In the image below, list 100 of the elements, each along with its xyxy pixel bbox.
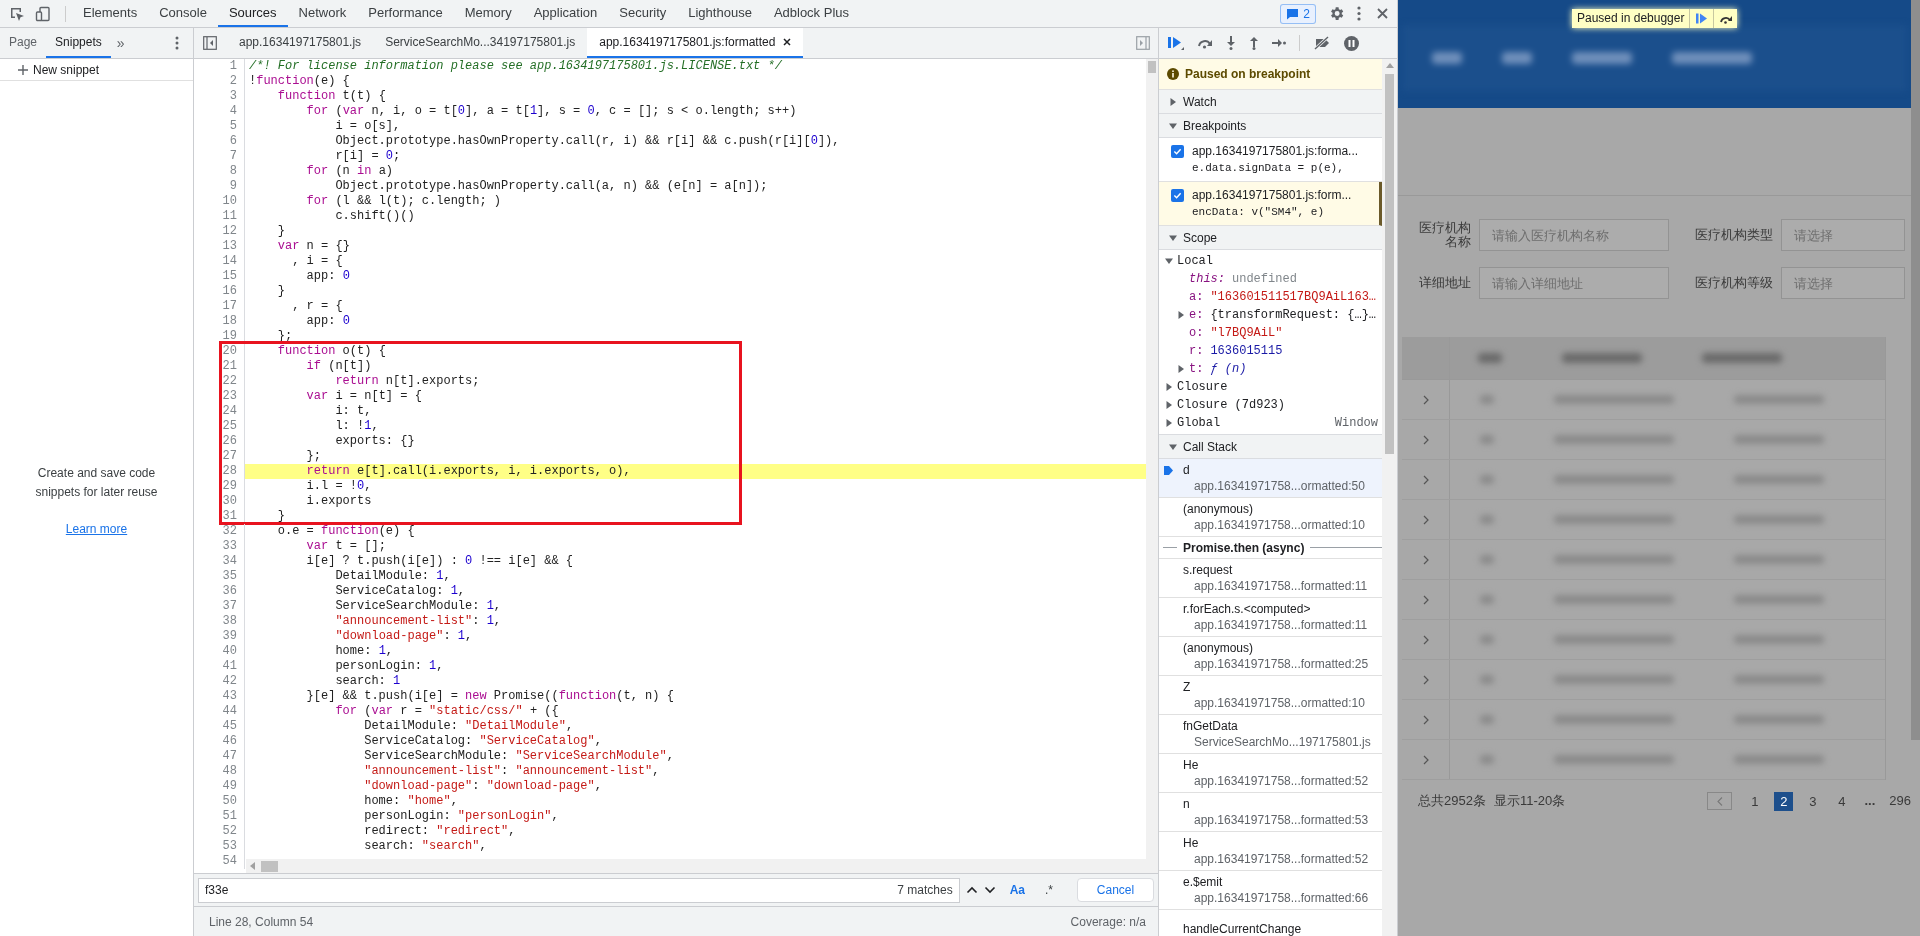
code-line: }	[276, 509, 286, 524]
device-icon[interactable]	[35, 5, 51, 22]
navigator-tab[interactable]: Snippets	[46, 28, 111, 58]
panel-tab[interactable]: Lighthouse	[677, 0, 763, 27]
chevron-right-icon[interactable]	[1421, 754, 1430, 765]
breakpoint-item[interactable]: app.1634197175801.js:form... encData: v("SM4", e)	[1159, 182, 1382, 226]
select-field[interactable]: 请选择	[1781, 219, 1905, 251]
line-number: 14	[194, 254, 245, 269]
vertical-scrollbar[interactable]	[1146, 59, 1158, 873]
chevron-right-icon[interactable]	[1421, 434, 1430, 445]
more-tabs-button[interactable]: »	[116, 32, 125, 54]
cancel-button[interactable]: Cancel	[1077, 878, 1154, 902]
panel-tab[interactable]: Application	[522, 0, 609, 27]
code-line: app: 0	[305, 314, 351, 329]
chevron-right-icon[interactable]	[1421, 674, 1430, 685]
vertical-scrollbar[interactable]	[1382, 59, 1397, 936]
step-icon[interactable]	[1272, 38, 1286, 48]
collapsed-triangle-icon[interactable]	[1169, 97, 1177, 106]
call-frame[interactable]: d app.16341971758...ormatted:50	[1159, 459, 1382, 498]
scope-group[interactable]: Local	[1159, 252, 1382, 270]
section-header[interactable]: Watch	[1159, 90, 1382, 114]
panel-tab[interactable]: Security	[608, 0, 678, 27]
resume-icon[interactable]	[1167, 36, 1184, 50]
expanded-triangle-icon[interactable]	[1169, 442, 1177, 451]
close-icon[interactable]	[783, 38, 792, 46]
section-header[interactable]: Breakpoints	[1159, 114, 1382, 138]
collapsed-triangle-icon[interactable]	[1165, 401, 1173, 409]
page-number[interactable]: 3	[1803, 791, 1823, 811]
step-out-icon[interactable]	[1249, 36, 1259, 50]
panel-tab[interactable]: Elements	[72, 0, 149, 27]
panel-tab[interactable]: Performance	[357, 0, 454, 27]
scope-value: Window	[1334, 415, 1379, 432]
chevron-right-icon[interactable]	[1421, 634, 1430, 645]
page-number[interactable]: 2	[1774, 791, 1794, 811]
file-tab[interactable]: app.1634197175801.js:formatted	[587, 28, 804, 58]
line-number: 34	[194, 554, 245, 569]
inspect-icon[interactable]	[9, 5, 25, 22]
scope-group[interactable]: Closure (7d923)	[1159, 396, 1382, 414]
chevron-right-icon[interactable]	[1421, 474, 1430, 485]
match-case-toggle[interactable]: Aa	[1001, 881, 1033, 899]
chevron-right-icon[interactable]	[1421, 394, 1430, 405]
chevron-right-icon[interactable]	[1421, 554, 1430, 565]
code-line: }	[276, 224, 286, 239]
more-menu-icon[interactable]	[1357, 6, 1361, 21]
step-over-icon[interactable]	[1197, 37, 1213, 49]
line-number: 51	[194, 809, 245, 824]
checkbox[interactable]	[1171, 189, 1184, 202]
expanded-triangle-icon[interactable]	[1165, 257, 1173, 265]
page-number[interactable]: 296	[1889, 791, 1911, 811]
search-field[interactable]: f33e 7 matches	[198, 877, 960, 903]
next-match-icon[interactable]	[983, 884, 996, 896]
line-number: 47	[194, 749, 245, 764]
step-into-icon[interactable]	[1226, 36, 1236, 50]
page-number[interactable]: 4	[1832, 791, 1852, 811]
panel-tab[interactable]: Memory	[453, 0, 523, 27]
code-line: function o(t) {	[276, 344, 387, 359]
collapsed-triangle-icon[interactable]	[1165, 383, 1173, 391]
scope-group[interactable]: Global Window	[1159, 414, 1382, 432]
scope-group[interactable]: Closure	[1159, 378, 1382, 396]
file-tab[interactable]: app.1634197175801.js	[227, 28, 374, 58]
navigator-tab[interactable]: Page	[0, 28, 47, 58]
horizontal-scrollbar[interactable]	[246, 859, 1146, 873]
panel-tab[interactable]: Adblock Plus	[762, 0, 861, 27]
line-number: 43	[194, 689, 245, 704]
collapsed-triangle-icon[interactable]	[1177, 311, 1185, 319]
code-line: for (n in a)	[305, 164, 395, 179]
section-header[interactable]: Call Stack	[1159, 435, 1382, 459]
deactivate-breakpoints-icon[interactable]	[1313, 36, 1331, 50]
issues-button[interactable]: 2	[1280, 3, 1316, 24]
chevron-right-icon[interactable]	[1421, 514, 1430, 525]
line-number: 16	[194, 284, 245, 299]
expanded-triangle-icon[interactable]	[1169, 233, 1177, 242]
panel-tab[interactable]: Console	[148, 0, 218, 27]
file-tab[interactable]: ServiceSearchMo...34197175801.js	[373, 28, 588, 58]
select-field[interactable]: 请选择	[1781, 267, 1905, 299]
expanded-triangle-icon[interactable]	[1169, 121, 1177, 130]
code-line: , i = {	[291, 254, 344, 269]
collapsed-triangle-icon[interactable]	[1165, 419, 1173, 427]
chevron-right-icon[interactable]	[1421, 594, 1430, 605]
new-snippet-button[interactable]: New snippet	[0, 59, 193, 81]
panel-tab[interactable]: Network	[287, 0, 358, 27]
vertical-scrollbar[interactable]	[1911, 0, 1920, 740]
line-number: 52	[194, 824, 245, 839]
learn-more-link[interactable]: Learn more	[65, 519, 128, 538]
issues-count: 2	[1303, 5, 1310, 23]
settings-icon[interactable]	[1328, 5, 1345, 22]
more-menu-icon[interactable]	[175, 36, 179, 50]
collapsed-triangle-icon[interactable]	[1177, 365, 1185, 373]
sidebar-toggle-icon[interactable]	[203, 36, 217, 50]
field-label: 医疗机构类型	[1695, 228, 1773, 242]
pause-icon[interactable]	[1344, 35, 1359, 51]
previous-match-icon[interactable]	[965, 884, 978, 896]
checkbox[interactable]	[1171, 145, 1184, 158]
page-number[interactable]: 1	[1745, 791, 1765, 811]
line-number: 3	[194, 89, 245, 104]
chevron-right-icon[interactable]	[1421, 714, 1430, 725]
sidebar-toggle-icon[interactable]	[1136, 36, 1150, 50]
regex-toggle[interactable]: .*	[1039, 881, 1059, 899]
line-number: 27	[194, 449, 245, 464]
section-header[interactable]: Scope	[1159, 226, 1382, 250]
